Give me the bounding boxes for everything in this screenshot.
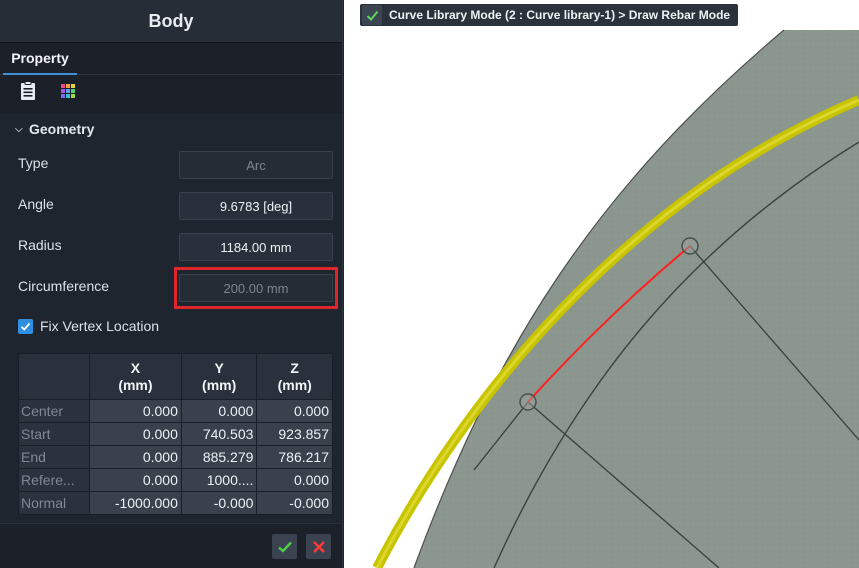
start-vertex-marker[interactable] xyxy=(519,393,537,411)
table-cell[interactable]: 923.857 xyxy=(256,422,333,446)
end-vertex-marker[interactable] xyxy=(681,237,699,255)
row-header: Refere... xyxy=(18,468,90,492)
section-geometry-label: Geometry xyxy=(29,121,95,137)
fix-vertex-label: Fix Vertex Location xyxy=(40,318,160,334)
check-icon xyxy=(366,10,378,21)
type-label: Type xyxy=(18,155,49,171)
concrete-body xyxy=(414,30,859,568)
tab-bar: Property xyxy=(0,43,342,75)
table-cell[interactable]: 885.279 xyxy=(180,445,258,469)
3d-viewport[interactable] xyxy=(344,0,859,568)
circumference-label: Circumference xyxy=(18,278,110,294)
row-header: Center xyxy=(18,399,90,423)
mode-check-button[interactable] xyxy=(362,5,382,25)
table-cell[interactable]: 0.000 xyxy=(89,399,182,423)
table-row: Center 0.000 0.000 0.000 xyxy=(18,399,333,423)
ok-button[interactable] xyxy=(272,534,297,559)
table-cell[interactable]: 0.000 xyxy=(256,468,333,492)
table-corner xyxy=(18,353,90,400)
property-panel: Body Property ⌵ Geometry Type Arc Angle … xyxy=(0,0,343,568)
mode-breadcrumb: Curve Library Mode (2 : Curve library-1)… xyxy=(389,8,731,22)
check-icon xyxy=(277,541,292,553)
table-cell[interactable]: 0.000 xyxy=(89,468,182,492)
panel-title: Body xyxy=(0,0,342,43)
radius-label: Radius xyxy=(18,237,62,253)
tab-property[interactable]: Property xyxy=(3,43,77,75)
table-cell[interactable]: -0.000 xyxy=(256,491,333,515)
mode-bar: Curve Library Mode (2 : Curve library-1)… xyxy=(360,4,739,26)
panel-footer xyxy=(0,523,342,568)
property-body: ⌵ Geometry Type Arc Angle 9.6783 [deg] R… xyxy=(0,113,342,523)
table-cell[interactable]: 1000.... xyxy=(180,468,258,492)
row-header: End xyxy=(18,445,90,469)
view-toggle-bar xyxy=(0,75,342,107)
circumference-field[interactable]: 200.00 mm xyxy=(179,274,333,302)
table-cell[interactable]: -1000.000 xyxy=(89,491,182,515)
angle-field[interactable]: 9.6783 [deg] xyxy=(179,192,333,220)
section-geometry[interactable]: ⌵ Geometry xyxy=(15,121,94,137)
table-cell[interactable]: -0.000 xyxy=(180,491,258,515)
column-header-x: X (mm) xyxy=(89,353,182,400)
chevron-down-icon: ⌵ xyxy=(15,123,23,135)
row-header: Normal xyxy=(18,491,90,515)
table-cell[interactable]: 786.217 xyxy=(256,445,333,469)
table-header-row: X (mm) Y (mm) Z (mm) xyxy=(18,353,333,400)
table-cell[interactable]: 740.503 xyxy=(180,422,258,446)
table-cell[interactable]: 0.000 xyxy=(89,445,182,469)
column-header-y: Y (mm) xyxy=(180,353,258,400)
radius-field[interactable]: 1184.00 mm xyxy=(179,233,333,261)
table-row: Start 0.000 740.503 923.857 xyxy=(18,422,333,446)
properties-icon[interactable] xyxy=(17,80,39,102)
table-cell[interactable]: 0.000 xyxy=(256,399,333,423)
angle-label: Angle xyxy=(18,196,54,212)
palette-icon[interactable] xyxy=(57,80,79,102)
coordinate-table: X (mm) Y (mm) Z (mm) Center 0.000 0.000 0.0… xyxy=(18,353,333,515)
fix-vertex-checkbox[interactable]: Fix Vertex Location xyxy=(18,318,159,334)
close-icon xyxy=(312,540,325,553)
table-cell[interactable]: 0.000 xyxy=(89,422,182,446)
table-cell[interactable]: 0.000 xyxy=(180,399,258,423)
cancel-button[interactable] xyxy=(306,534,331,559)
row-header: Start xyxy=(18,422,90,446)
table-row: End 0.000 885.279 786.217 xyxy=(18,445,333,469)
column-header-z: Z (mm) xyxy=(256,353,333,400)
table-row: Refere... 0.000 1000.... 0.000 xyxy=(18,468,333,492)
checkbox-checked-icon[interactable] xyxy=(18,318,33,334)
viewport-canvas xyxy=(372,29,859,568)
table-row: Normal -1000.000 -0.000 -0.000 xyxy=(18,491,333,515)
type-field: Arc xyxy=(179,151,333,179)
